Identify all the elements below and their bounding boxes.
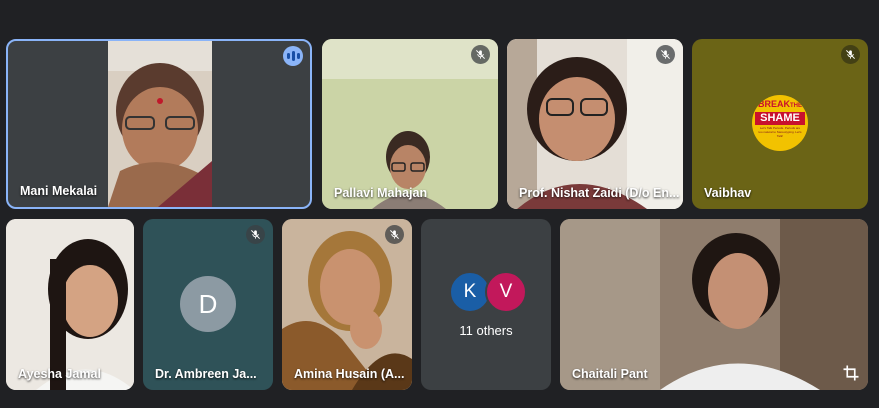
mic-off-icon [841, 45, 860, 64]
participant-video [282, 219, 412, 390]
participant-tile-nishat-zaidi[interactable]: Prof. Nishat Zaidi (D/o En... [507, 39, 683, 209]
participant-name: Mani Mekalai [20, 184, 98, 198]
participant-tile-mani-mekalai[interactable]: Mani Mekalai [6, 39, 312, 209]
participant-video [322, 39, 498, 209]
participant-tile-ambreen[interactable]: D Dr. Ambreen Ja... [143, 219, 273, 390]
participant-video [560, 219, 868, 390]
avatar-v: V [485, 271, 527, 313]
mic-off-icon [656, 45, 675, 64]
participant-name: Pallavi Mahajan [334, 186, 428, 200]
participant-name: Prof. Nishat Zaidi (D/o En... [519, 186, 680, 200]
break-the-shame-logo: BREAKTHE SHAME Let's Talk Periods. Perio… [752, 95, 808, 151]
mic-off-icon [471, 45, 490, 64]
participant-name: Chaitali Pant [572, 367, 648, 381]
participant-name: Ayesha Jamal [18, 367, 101, 381]
participant-video [507, 39, 683, 209]
mic-off-icon [246, 225, 265, 244]
mic-off-icon [385, 225, 404, 244]
others-count: 11 others [459, 323, 513, 338]
participant-tile-pallavi-mahajan[interactable]: Pallavi Mahajan [322, 39, 498, 209]
participant-tile-vaibhav[interactable]: BREAKTHE SHAME Let's Talk Periods. Perio… [692, 39, 868, 209]
participant-tile-amina-husain[interactable]: Amina Husain (A... [282, 219, 412, 390]
crop-icon[interactable] [842, 364, 860, 382]
audio-level-icon [283, 46, 303, 66]
participant-name: Vaibhav [704, 186, 752, 200]
participant-video [108, 41, 212, 207]
participant-name: Amina Husain (A... [294, 367, 405, 381]
avatar: D [180, 276, 236, 332]
participant-tile-ayesha-jamal[interactable]: Ayesha Jamal [6, 219, 134, 390]
participant-video [6, 219, 134, 390]
others-tile[interactable]: K V 11 others [421, 219, 551, 390]
participant-tile-chaitali-pant[interactable]: Chaitali Pant [560, 219, 868, 390]
participant-name: Dr. Ambreen Ja... [155, 367, 257, 381]
